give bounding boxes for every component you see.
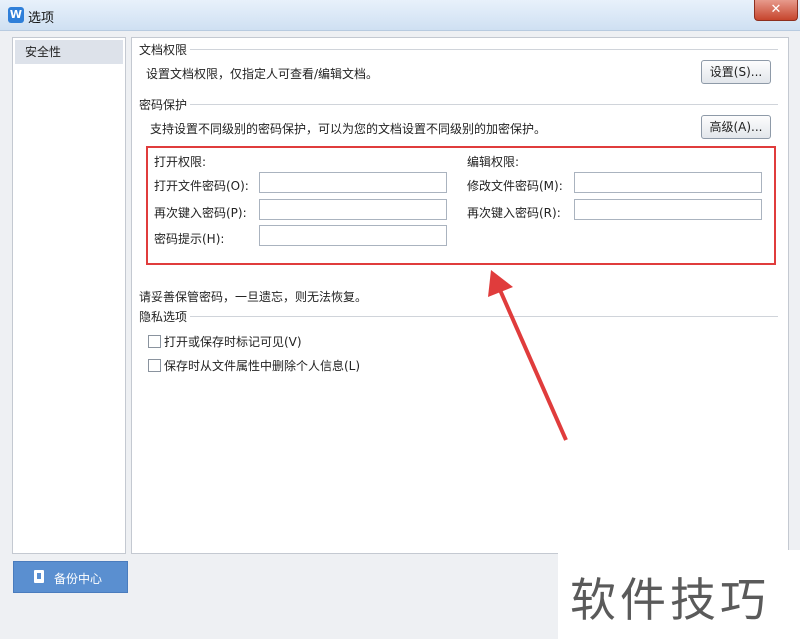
close-button[interactable]: ✕ — [754, 0, 798, 21]
backup-icon — [34, 570, 44, 583]
watermark-text: 软件技巧 — [570, 573, 770, 627]
reenter-modify-password-input[interactable] — [574, 199, 762, 220]
settings-button[interactable]: 设置(S)... — [701, 60, 771, 84]
mark-visible-checkbox[interactable] — [148, 335, 161, 348]
reenter-modify-password-label: 再次键入密码(R): — [467, 206, 561, 220]
mark-visible-label[interactable]: 打开或保存时标记可见(V) — [164, 333, 302, 350]
backup-center-label: 备份中心 — [54, 572, 103, 586]
modify-password-label: 修改文件密码(M): — [467, 179, 563, 193]
open-password-label: 打开文件密码(O): — [154, 179, 249, 193]
password-protect-title: 密码保护 — [139, 98, 188, 112]
remove-personal-info-label[interactable]: 保存时从文件属性中删除个人信息(L) — [164, 357, 360, 374]
section-divider — [190, 49, 778, 50]
password-warning: 请妥善保管密码，一旦遗忘，则无法恢复。 — [139, 290, 368, 304]
watermark: 软件技巧 — [558, 550, 800, 639]
password-protect-description: 支持设置不同级别的密码保护，可以为您的文档设置不同级别的加密保护。 — [150, 122, 547, 136]
open-password-input[interactable] — [259, 172, 447, 193]
reenter-open-password-label: 再次键入密码(P): — [154, 206, 247, 220]
sidebar: 安全性 — [12, 37, 126, 554]
password-hint-input[interactable] — [259, 225, 447, 246]
section-divider — [190, 316, 778, 317]
section-divider — [190, 104, 778, 105]
reenter-open-password-input[interactable] — [259, 199, 447, 220]
remove-personal-info-checkbox[interactable] — [148, 359, 161, 372]
password-hint-label: 密码提示(H): — [154, 232, 225, 246]
modify-password-input[interactable] — [574, 172, 762, 193]
privacy-title: 隐私选项 — [139, 310, 188, 324]
open-permission-heading: 打开权限: — [154, 155, 207, 169]
title-bar: W 选项 ✕ — [0, 0, 800, 31]
edit-permission-heading: 编辑权限: — [467, 155, 520, 169]
sidebar-item-security[interactable]: 安全性 — [15, 40, 123, 64]
backup-center-button[interactable]: 备份中心 — [13, 561, 128, 593]
wps-writer-icon: W — [8, 7, 24, 23]
doc-permission-title: 文档权限 — [139, 43, 188, 57]
advanced-button[interactable]: 高级(A)... — [701, 115, 771, 139]
options-dialog: W 选项 ✕ 安全性 文档权限 设置文档权限，仅指定人可查看/编辑文档。 设置(… — [0, 0, 800, 639]
doc-permission-description: 设置文档权限，仅指定人可查看/编辑文档。 — [146, 67, 379, 81]
window-title: 选项 — [28, 11, 55, 26]
